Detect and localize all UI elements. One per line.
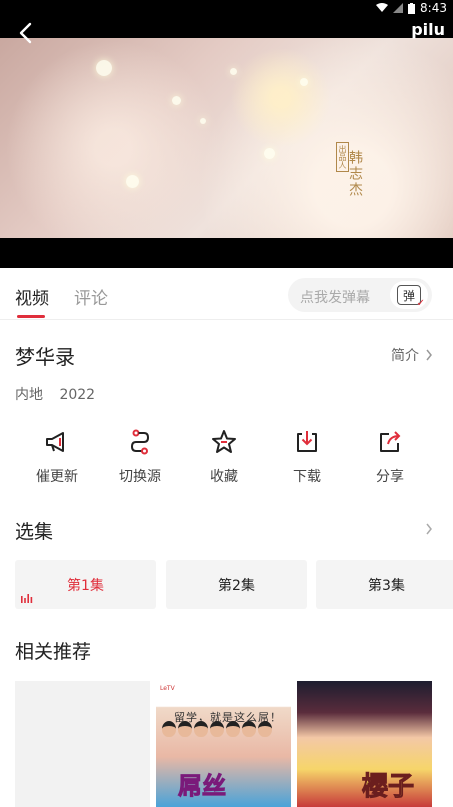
intro-link[interactable]: 简介 bbox=[391, 345, 433, 365]
poster-title: 樱子 bbox=[361, 772, 414, 803]
bokeh-light bbox=[126, 175, 139, 188]
action-label: 收藏 bbox=[210, 469, 238, 485]
show-region: 内地 bbox=[15, 387, 43, 403]
danmu-button-label: 弹 bbox=[402, 288, 415, 303]
cast-face bbox=[162, 721, 176, 737]
watermark: pilu bbox=[411, 20, 445, 39]
check-icon: ✓ bbox=[416, 298, 425, 309]
danmu-toggle-button[interactable]: 弹 ✓ bbox=[390, 281, 428, 309]
bokeh-light bbox=[96, 60, 112, 76]
show-year: 2022 bbox=[59, 387, 96, 403]
episodes-title: 选集 bbox=[15, 521, 54, 543]
tab-comments[interactable]: 评论 bbox=[74, 284, 108, 309]
playing-bars-icon bbox=[21, 594, 33, 603]
danmu-bar: 点我发弹幕 弹 ✓ bbox=[288, 278, 432, 312]
action-label: 催更新 bbox=[36, 469, 78, 485]
action-label: 分享 bbox=[376, 469, 404, 485]
favorite-button[interactable]: 收藏 bbox=[182, 428, 266, 486]
switch-source-icon bbox=[130, 429, 150, 455]
back-arrow-icon[interactable] bbox=[14, 20, 40, 46]
download-button[interactable]: 下载 bbox=[265, 428, 349, 486]
cast-face bbox=[194, 721, 208, 737]
episode-item[interactable]: 第2集 bbox=[166, 560, 307, 609]
episode-label: 第3集 bbox=[368, 577, 405, 594]
status-time: 8:43 bbox=[420, 1, 447, 15]
video-frame[interactable] bbox=[0, 38, 453, 238]
recommend-poster[interactable] bbox=[15, 681, 150, 807]
urge-update-button[interactable]: 催更新 bbox=[15, 428, 99, 486]
megaphone-icon bbox=[46, 432, 64, 452]
intro-label: 简介 bbox=[391, 348, 419, 364]
tab-bar: 视频 评论 点我发弹幕 弹 ✓ bbox=[0, 268, 453, 320]
action-row: 催更新 切换源 收藏 下载 分享 bbox=[0, 428, 453, 492]
poster-top-text: LeTV bbox=[160, 685, 175, 692]
wifi-icon bbox=[376, 3, 389, 12]
action-label: 下载 bbox=[293, 469, 321, 485]
episode-item[interactable]: 第1集 bbox=[15, 560, 156, 609]
episode-item[interactable]: 第3集 bbox=[316, 560, 453, 609]
share-icon bbox=[380, 431, 401, 452]
episode-label: 第1集 bbox=[67, 577, 104, 594]
status-icons: 8:43 bbox=[376, 1, 447, 15]
recommend-poster[interactable]: 樱子 bbox=[297, 681, 432, 807]
bokeh-light bbox=[172, 96, 181, 105]
poster-title: 屌丝 bbox=[178, 772, 227, 801]
bokeh-light bbox=[230, 68, 237, 75]
status-bar: 8:43 bbox=[0, 0, 453, 16]
cast-face bbox=[226, 721, 240, 737]
show-meta: 内地 2022 bbox=[15, 384, 107, 404]
tab-active-indicator bbox=[17, 315, 45, 318]
signal-icon bbox=[393, 3, 404, 13]
download-icon bbox=[297, 431, 317, 452]
danmu-input[interactable]: 点我发弹幕 bbox=[300, 287, 370, 307]
tab-video[interactable]: 视频 bbox=[15, 284, 49, 309]
bokeh-light bbox=[264, 148, 275, 159]
credit-name: 韩志杰 bbox=[347, 150, 363, 198]
episode-label: 第2集 bbox=[218, 577, 255, 594]
chevron-right-icon bbox=[426, 349, 432, 361]
chevron-right-icon[interactable] bbox=[425, 523, 433, 535]
video-player[interactable]: 8:43 pilu 出品人 韩志杰 bbox=[0, 0, 453, 268]
poster-cast bbox=[162, 721, 286, 737]
cast-face bbox=[178, 721, 192, 737]
danmu-icon: 弹 ✓ bbox=[397, 285, 425, 309]
recommend-title: 相关推荐 bbox=[15, 641, 92, 663]
bokeh-light bbox=[200, 118, 206, 124]
action-label: 切换源 bbox=[119, 469, 161, 485]
share-button[interactable]: 分享 bbox=[348, 428, 432, 486]
switch-source-button[interactable]: 切换源 bbox=[98, 428, 182, 486]
recommend-poster[interactable]: LeTV 留学，就是这么屌！ 屌丝 bbox=[156, 681, 291, 807]
cast-face bbox=[258, 721, 272, 737]
cast-face bbox=[210, 721, 224, 737]
bokeh-light bbox=[300, 78, 308, 86]
battery-icon bbox=[408, 2, 416, 14]
show-title: 梦华录 bbox=[15, 345, 75, 369]
star-icon bbox=[212, 430, 236, 453]
cast-face bbox=[242, 721, 256, 737]
